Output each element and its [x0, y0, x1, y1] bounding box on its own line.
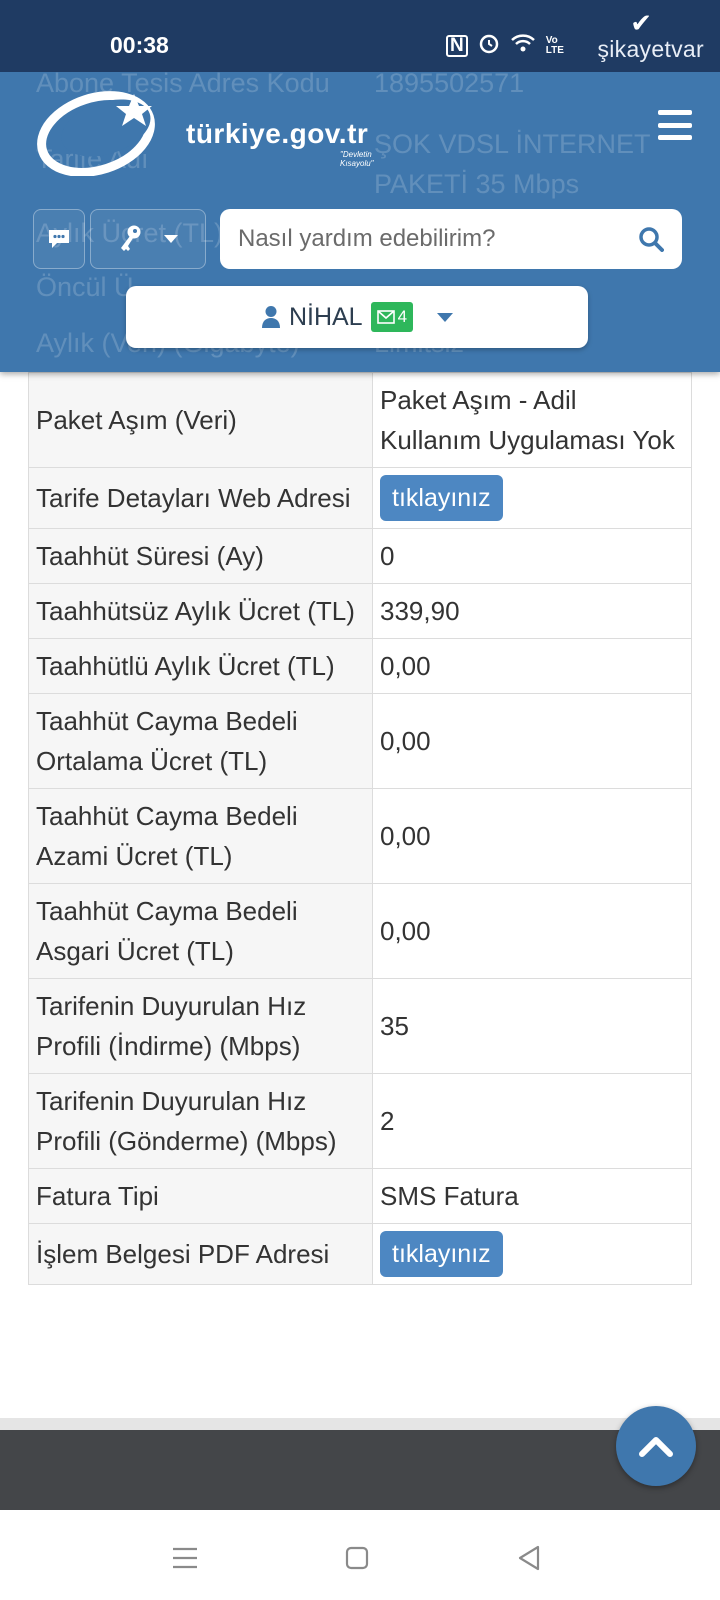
row-value: 0,00: [380, 916, 431, 946]
table-row: Tarife Detayları Web Adresi tıklayınız: [28, 467, 692, 529]
status-icons: N Vo LTE: [446, 32, 564, 60]
menu-bar: [658, 122, 692, 128]
row-value: 339,90: [380, 596, 460, 626]
row-value: Paket Aşım - Adil Kullanım Uygulaması Yo…: [380, 385, 675, 455]
logo-tagline: "Devletin Kısayolu": [340, 150, 374, 168]
row-value-cell: tıklayınız: [372, 467, 692, 529]
click-here-link-button[interactable]: tıklayınız: [380, 475, 503, 521]
login-key-button[interactable]: [90, 209, 206, 269]
row-value-cell: Paket Aşım - Adil Kullanım Uygulaması Yo…: [372, 372, 692, 468]
menu-lines-icon: [173, 1547, 197, 1569]
row-value-cell: SMS Fatura: [372, 1168, 692, 1224]
row-value-cell: tıklayınız: [372, 1223, 692, 1285]
envelope-icon: [376, 310, 395, 324]
chevron-up-icon: [639, 1437, 673, 1457]
row-value: SMS Fatura: [380, 1181, 519, 1211]
hamburger-menu-button[interactable]: [658, 110, 692, 140]
chat-button[interactable]: [33, 209, 85, 269]
footer-divider: [0, 1418, 720, 1430]
recent-apps-button[interactable]: [165, 1540, 205, 1576]
menu-bar: [658, 135, 692, 140]
user-icon: [261, 306, 280, 328]
row-label: Tarifenin Duyurulan Hız Profili (İndirme…: [28, 978, 373, 1074]
row-value-cell: 0,00: [372, 693, 692, 789]
table-row: Tarifenin Duyurulan Hız Profili (Gönderm…: [28, 1073, 692, 1169]
site-header: Abone Tesis Adres Kodu 1895502571 Tarife…: [0, 72, 720, 372]
search-icon[interactable]: [638, 226, 664, 252]
user-name: NİHAL: [288, 302, 363, 331]
volte-icon: Vo LTE: [545, 35, 564, 56]
messages-badge[interactable]: 4: [370, 302, 414, 332]
table-row: Fatura Tipi SMS Fatura: [28, 1168, 692, 1224]
table-row: Taahhüt Cayma Bedeli Azami Ücret (TL) 0,0…: [28, 788, 692, 884]
table-row: Taahhütsüz Aylık Ücret (TL) 339,90: [28, 583, 692, 639]
row-label: Taahhüt Cayma Bedeli Azami Ücret (TL): [28, 788, 373, 884]
table-row: Taahhüt Cayma Bedeli Asgari Ücret (TL) 0,…: [28, 883, 692, 979]
row-label: Taahhütsüz Aylık Ücret (TL): [28, 583, 373, 639]
table-row: Taahhüt Cayma Bedeli Ortalama Ücret (TL)…: [28, 693, 692, 789]
row-value-cell: 2: [372, 1073, 692, 1169]
row-value: 2: [380, 1106, 395, 1136]
table-row: İşlem Belgesi PDF Adresi tıklayınız: [28, 1223, 692, 1285]
row-value: 0,00: [380, 821, 431, 851]
table-row: Taahhütlü Aylık Ücret (TL) 0,00: [28, 638, 692, 694]
status-time: 00:38: [110, 32, 169, 58]
row-value-cell: 35: [372, 978, 692, 1074]
system-nav-bar: [0, 1510, 720, 1600]
row-value: 0,00: [380, 651, 431, 681]
caret-down-icon: [437, 312, 454, 322]
page-footer: [0, 1430, 720, 1510]
menu-bar: [658, 110, 692, 115]
logo-text: türkiye.gov.tr: [186, 118, 369, 149]
row-label: Tarifenin Duyurulan Hız Profili (Gönderm…: [28, 1073, 373, 1169]
user-menu-button[interactable]: NİHAL 4: [126, 286, 588, 348]
square-icon: [345, 1546, 369, 1570]
row-value: 0,00: [380, 726, 431, 756]
row-label: Taahhütlü Aylık Ücret (TL): [28, 638, 373, 694]
search-box: [220, 209, 682, 269]
row-value-cell: 0,00: [372, 788, 692, 884]
brand-watermark: şikayetvar: [597, 36, 704, 62]
row-value-cell: 339,90: [372, 583, 692, 639]
table-row: Paket Aşım (Veri) Paket Aşım - Adil Kulla…: [28, 372, 692, 468]
back-triangle-icon: [518, 1545, 540, 1571]
row-label: Taahhüt Cayma Bedeli Ortalama Ücret (TL): [28, 693, 373, 789]
ghost-row-value: 1895502571: [374, 72, 525, 98]
row-value-cell: 0,00: [372, 638, 692, 694]
message-count: 4: [397, 307, 408, 326]
nfc-icon: N: [446, 35, 468, 57]
table-row: Taahhüt Süresi (Ay) 0: [28, 528, 692, 584]
chat-icon: [49, 230, 69, 248]
brand-check-icon: ✔: [630, 8, 652, 38]
wifi-icon: [510, 33, 536, 59]
crescent-star-icon: [37, 91, 155, 177]
row-value: 35: [380, 1011, 409, 1041]
row-value-cell: 0,00: [372, 883, 692, 979]
row-label: Tarife Detayları Web Adresi: [28, 467, 373, 529]
scroll-to-top-button[interactable]: [616, 1406, 696, 1486]
back-button[interactable]: [509, 1540, 549, 1576]
table-row: Tarifenin Duyurulan Hız Profili (İndirme…: [28, 978, 692, 1074]
tariff-details-table: Paket Aşım (Veri) Paket Aşım - Adil Kulla…: [28, 372, 692, 1285]
row-label: İşlem Belgesi PDF Adresi: [28, 1223, 373, 1285]
search-input[interactable]: [238, 225, 638, 253]
alarm-icon: [478, 32, 500, 60]
row-label: Paket Aşım (Veri): [28, 372, 373, 468]
turkiye-gov-logo[interactable]: türkiye.gov.tr "Devletin Kısayolu": [36, 86, 396, 177]
home-button[interactable]: [337, 1540, 377, 1576]
row-value: 0: [380, 541, 395, 571]
row-label: Taahhüt Süresi (Ay): [28, 528, 373, 584]
click-here-link-button[interactable]: tıklayınız: [380, 1231, 503, 1277]
key-icon: [121, 225, 141, 251]
row-label: Taahhüt Cayma Bedeli Asgari Ücret (TL): [28, 883, 373, 979]
row-value-cell: 0: [372, 528, 692, 584]
status-bar: 00:38 N Vo LTE ✔ şikayetvar: [0, 0, 720, 72]
row-label: Fatura Tipi: [28, 1168, 373, 1224]
caret-down-icon: [164, 235, 178, 243]
